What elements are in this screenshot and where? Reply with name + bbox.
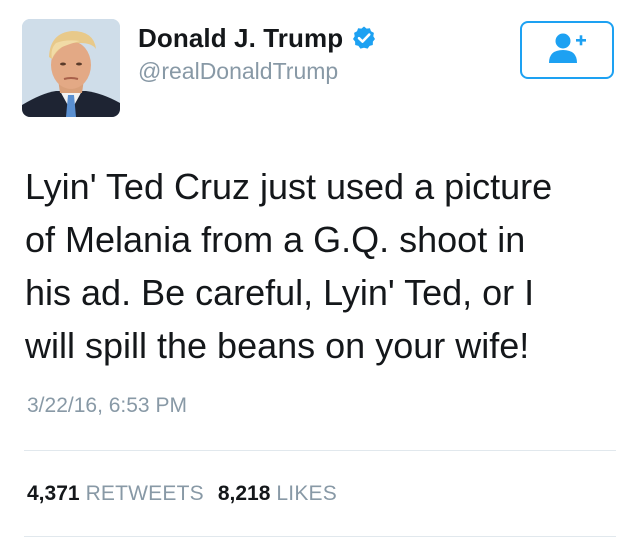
divider [24,450,616,451]
likes-label: LIKES [276,482,337,505]
retweets-label: RETWEETS [85,482,204,505]
avatar[interactable] [22,19,120,117]
follow-button[interactable] [520,21,614,79]
likes-stat[interactable]: 8,218 LIKES [218,482,337,506]
tweet-text-line: his ad. Be careful, Lyin' Ted, or I [25,272,535,313]
retweets-stat[interactable]: 4,371 RETWEETS [27,482,204,506]
tweet-text: Lyin' Ted Cruz just used a picture of Me… [25,160,625,372]
display-name[interactable]: Donald J. Trump [138,23,343,54]
profile-photo [22,19,120,117]
tweet-card: Donald J. Trump @realDonaldTrump Lyin' T… [0,0,640,545]
tweet-text-line: Lyin' Ted Cruz just used a picture [25,166,553,207]
add-user-icon [545,31,589,70]
retweets-count: 4,371 [27,482,80,505]
tweet-text-line: of Melania from a G.Q. shoot in [25,219,526,260]
verified-badge-icon [351,25,377,51]
tweet-stats: 4,371 RETWEETS 8,218 LIKES [27,482,337,506]
tweet-timestamp[interactable]: 3/22/16, 6:53 PM [27,394,187,418]
divider [24,536,616,537]
name-row: Donald J. Trump [138,22,377,54]
likes-count: 8,218 [217,482,271,505]
user-handle[interactable]: @realDonaldTrump [138,58,338,85]
tweet-text-line: will spill the beans on your wife! [25,325,530,366]
